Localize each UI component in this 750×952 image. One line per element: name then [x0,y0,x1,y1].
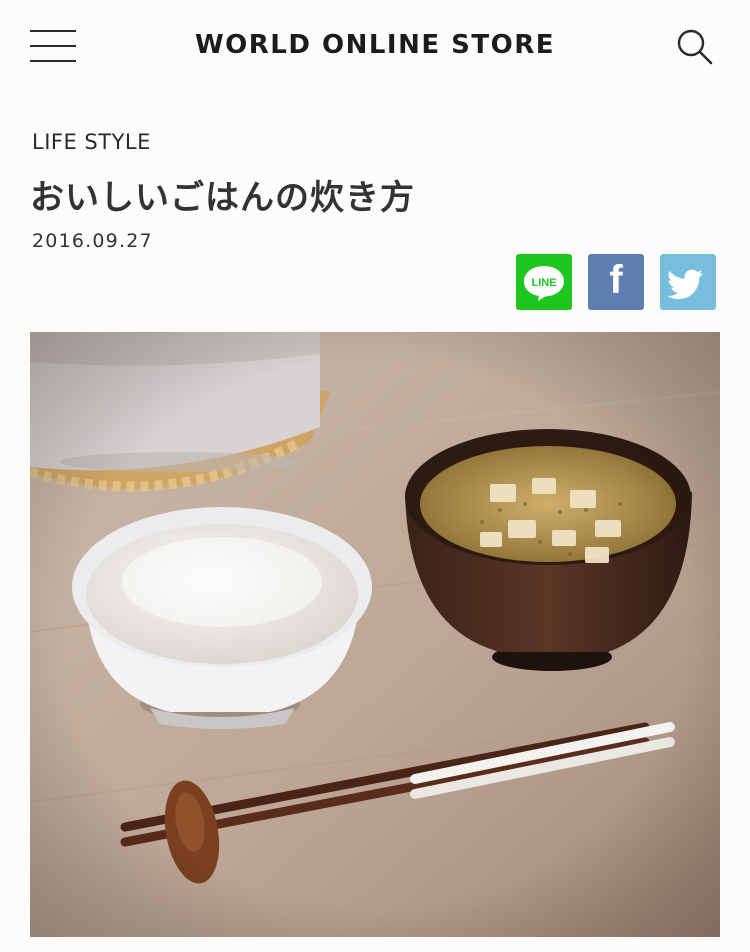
share-facebook-button[interactable]: f [588,254,644,310]
article-date: 2016.09.27 [32,230,153,252]
article-title: おいしいごはんの炊き方 [30,178,415,218]
hero-photo [30,332,720,937]
search-icon[interactable] [674,26,716,68]
site-title[interactable]: WORLD ONLINE STORE [0,30,750,60]
site-header: WORLD ONLINE STORE [0,0,750,96]
share-line-button[interactable]: LINE [516,254,572,310]
line-icon: LINE [524,266,564,301]
twitter-icon [667,269,703,300]
line-label: LINE [531,277,556,289]
article-category[interactable]: LIFE STYLE [32,130,151,154]
share-twitter-button[interactable] [660,254,716,310]
facebook-icon: f [609,258,623,302]
